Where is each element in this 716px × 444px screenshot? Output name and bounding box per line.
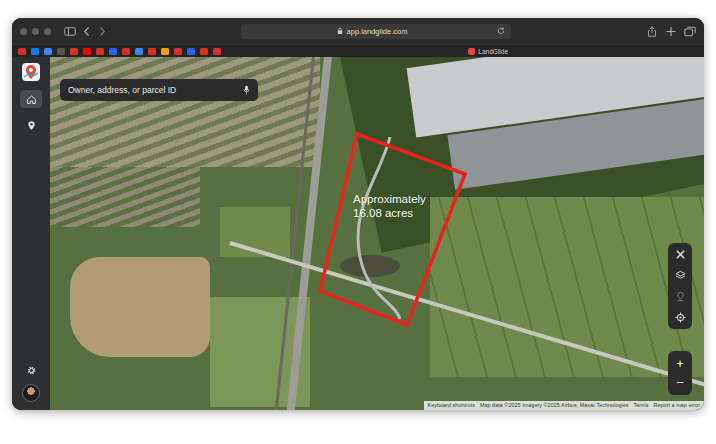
sidebar [12,57,50,410]
bookmark-icon[interactable] [18,48,26,55]
layers-icon[interactable] [675,270,686,281]
minimize-button[interactable] [32,28,39,35]
zoom-controls: + − [668,351,692,395]
bookmark-icon[interactable] [135,48,143,55]
bookmark-icon[interactable] [57,48,65,55]
residential-lots [430,197,704,377]
bookmark-icon[interactable] [200,48,208,55]
tab-overview-icon[interactable] [684,26,696,37]
microphone-icon[interactable] [243,85,250,95]
bookmark-icon[interactable] [174,48,182,55]
bookmark-icon[interactable] [70,48,78,55]
landglide-favicon-icon [468,48,475,55]
app-content: Approximately16.08 acres Owner, address,… [12,57,704,410]
bookmark-icon[interactable] [187,48,195,55]
bookmark-icon[interactable] [161,48,169,55]
home-icon [26,94,37,105]
attribution-link[interactable]: Report a map error [654,402,700,409]
user-avatar[interactable] [22,384,40,402]
bookmark-icon[interactable] [96,48,104,55]
bookmark-icon[interactable] [122,48,130,55]
tab-title: LandGlide [478,48,508,55]
bookmark-icon[interactable] [44,48,52,55]
zoom-out-button[interactable]: − [676,373,684,392]
field [70,257,210,357]
close-button[interactable] [20,28,27,35]
measure-icon[interactable] [675,249,686,260]
residential-area [50,167,200,227]
gear-icon[interactable] [26,365,37,376]
browser-window: app.landglide.com LandGlide Approximatel… [12,18,704,410]
lock-icon [337,27,343,35]
residential-area [50,57,320,167]
pond [340,255,400,277]
parcel-overlay [50,57,704,410]
zoom-in-button[interactable]: + [676,354,684,373]
bookmark-icon[interactable] [83,48,91,55]
locate-icon[interactable] [675,312,686,323]
satellite-map[interactable]: Approximately16.08 acres Owner, address,… [50,57,704,410]
attribution-link[interactable]: Map data ©2025 Imagery ©2025 Airbus, Max… [480,402,629,409]
map-tools [668,243,692,329]
acreage-label: Approximately16.08 acres [353,193,426,221]
page: app.landglide.com LandGlide Approximatel… [0,0,716,444]
bookmark-icon[interactable] [109,48,117,55]
attribution-link[interactable]: Keyboard shortcuts [428,402,475,409]
new-tab-icon[interactable] [665,26,677,37]
share-icon[interactable] [646,26,658,37]
bookmark-icon[interactable] [31,48,39,55]
active-tab[interactable]: LandGlide [468,48,508,55]
search-bar[interactable]: Owner, address, or parcel ID [60,79,258,101]
bookmark-icon[interactable] [213,48,221,55]
landglide-logo-icon[interactable] [21,62,41,82]
parcel-boundary[interactable] [320,134,465,325]
search-placeholder: Owner, address, or parcel ID [68,85,237,95]
attribution-link[interactable]: Terms [634,402,649,409]
sidebar-item[interactable] [20,90,42,108]
title-bar: app.landglide.com [12,18,704,44]
url-text: app.landglide.com [347,27,408,36]
map-attribution: Keyboard shortcuts Map data ©2025 Imagery… [424,401,705,410]
bookmark-icon[interactable] [148,48,156,55]
bookmarks-bar [18,48,221,55]
back-icon[interactable] [83,26,91,37]
tab-bar: LandGlide [12,44,704,57]
pin-drop-icon[interactable] [675,291,686,302]
sidebar-item[interactable] [20,116,42,134]
address-bar[interactable]: app.landglide.com [241,24,511,39]
window-controls [20,28,51,35]
zoom-button[interactable] [44,28,51,35]
forward-icon[interactable] [98,26,106,37]
sidebar-toggle-icon[interactable] [64,26,76,37]
reload-icon[interactable] [497,27,505,35]
map-pin-icon [26,120,37,131]
